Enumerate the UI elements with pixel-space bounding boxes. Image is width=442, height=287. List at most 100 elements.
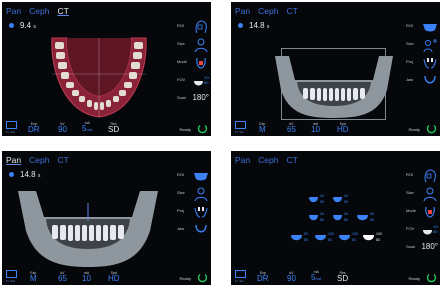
proj-control[interactable]: Proj: [177, 203, 211, 221]
fov-dome-icon: [291, 235, 302, 241]
person-outline-icon: [423, 187, 437, 202]
roi-control[interactable]: ROI: [177, 18, 211, 36]
timer-value: 14.8: [20, 170, 36, 179]
exp-setting[interactable]: Exp DR: [257, 271, 269, 283]
svg-text:80: 80: [204, 80, 209, 85]
scan-control[interactable]: Scan 180°: [177, 90, 211, 108]
fov-height: 50: [344, 200, 348, 204]
fov-option[interactable]: 40 80: [333, 211, 355, 225]
size-control[interactable]: Size: [177, 185, 211, 203]
person-outline-icon: [194, 38, 208, 53]
proj-control[interactable]: Proj: [406, 54, 440, 72]
exp-value: DR: [257, 274, 269, 283]
capture-button[interactable]: Fr. Sel: [6, 270, 17, 283]
tab-ceph[interactable]: Ceph: [29, 155, 49, 165]
fov-option[interactable]: 100 80: [315, 231, 337, 245]
capture-button[interactable]: Fr. Sel: [235, 270, 246, 283]
roi-control[interactable]: ROI: [406, 18, 440, 36]
kv-setting[interactable]: kV 65: [58, 271, 67, 283]
fov-control[interactable]: FOV 10080: [177, 72, 211, 90]
exp-setting[interactable]: Exp M: [259, 122, 266, 134]
ready-label: Ready: [408, 276, 420, 281]
tab-pan[interactable]: Pan: [235, 155, 250, 165]
kv-value: 90: [58, 125, 67, 134]
fov-option[interactable]: 80 80: [357, 211, 379, 225]
tab-ceph[interactable]: Ceph: [258, 6, 278, 16]
kv-setting[interactable]: kV 90: [58, 122, 67, 134]
tab-pan[interactable]: Pan: [6, 155, 21, 165]
tab-ct[interactable]: CT: [286, 6, 297, 16]
scan-control[interactable]: Scan 180°: [406, 239, 440, 257]
side-controls: ROI Size Proj Jaw: [177, 167, 211, 239]
mode-tabs: Pan Ceph CT: [235, 155, 298, 165]
ready-power-icon[interactable]: [197, 123, 208, 134]
fov-control[interactable]: FOV 10080: [406, 221, 440, 239]
capture-button[interactable]: Fr. Sel: [235, 121, 246, 134]
spd-setting[interactable]: Spd HD: [108, 271, 120, 283]
tab-ct[interactable]: CT: [286, 155, 297, 165]
ma-setting[interactable]: mA 10: [82, 271, 91, 283]
tab-pan[interactable]: Pan: [6, 6, 21, 16]
ma-value: 10: [82, 274, 91, 283]
kv-value: 65: [287, 125, 296, 134]
kv-setting[interactable]: kV 90: [287, 271, 296, 283]
kv-value: 65: [58, 274, 67, 283]
jaw-control[interactable]: Jaw: [177, 221, 211, 239]
tab-ceph[interactable]: Ceph: [29, 6, 49, 16]
ma-setting[interactable]: mA 5mA: [311, 270, 321, 283]
capture-button[interactable]: Fr. Sel: [6, 121, 17, 134]
spd-setting[interactable]: Spd HD: [337, 122, 349, 134]
exp-value: DR: [28, 125, 40, 134]
monitor-icon: [235, 270, 246, 278]
res-setting[interactable]: Res SD: [108, 122, 119, 134]
timer-unit: s: [37, 173, 41, 179]
size-control[interactable]: Size: [177, 36, 211, 54]
mode-control[interactable]: Mode: [177, 54, 211, 72]
roi-control[interactable]: ROI: [177, 167, 211, 185]
mode-tabs: Pan Ceph CT: [6, 155, 69, 165]
timer-unit: s: [33, 24, 36, 30]
size-control[interactable]: Size: [406, 185, 440, 203]
fov-option[interactable]: 80 80: [291, 231, 313, 245]
fov-option-selected[interactable]: 100 80: [363, 231, 385, 245]
fov-option[interactable]: 40 50: [309, 193, 331, 207]
fov-option[interactable]: 100 80: [339, 231, 361, 245]
side-controls: ROI Size Mode FOV 10080 Scan 180°: [177, 18, 211, 108]
tab-ct[interactable]: CT: [57, 6, 68, 16]
svg-text:80: 80: [433, 229, 438, 234]
tab-ct[interactable]: CT: [57, 155, 68, 165]
bottom-bar: Fr. Sel Exp DR kV 90 mA 5mA Res SD Ready: [231, 270, 440, 285]
fov-dome-icon: [333, 215, 342, 221]
fov-height: 80: [328, 238, 332, 242]
panel-pan-jaw: Pan Ceph CT 14.8 s ROI Size Proj Jaw Fr.…: [2, 151, 211, 285]
tab-ceph[interactable]: Ceph: [258, 155, 278, 165]
fov-width: 100: [328, 232, 334, 236]
exp-setting[interactable]: Exp DR: [28, 122, 40, 134]
fov-width: 100: [376, 232, 382, 236]
ma-setting[interactable]: mA 5mA: [82, 121, 92, 134]
exp-setting[interactable]: Exp M: [30, 271, 37, 283]
jaw-label: Jaw: [406, 77, 414, 82]
ready-power-icon[interactable]: [426, 272, 437, 283]
fov-width: 80: [370, 212, 374, 216]
jaw-control[interactable]: Jaw: [406, 72, 440, 90]
size-control[interactable]: Size: [406, 36, 440, 54]
fov-dome-icon: [333, 197, 342, 203]
capture-caption: Fr. Sel: [6, 130, 15, 134]
kv-setting[interactable]: kV 65: [287, 122, 296, 134]
ready-power-icon[interactable]: [197, 272, 208, 283]
ma-setting[interactable]: mA 10: [311, 122, 320, 134]
res-setting[interactable]: Res SD: [337, 271, 348, 283]
tab-pan[interactable]: Pan: [235, 6, 250, 16]
ready-label: Ready: [408, 127, 420, 132]
mode-control[interactable]: Mode: [406, 203, 440, 221]
scan-timer: 14.8 s: [238, 21, 269, 30]
panel-fov-select: Pan Ceph CT 40 50 40 50 40 80 40 80 80 8…: [231, 151, 440, 285]
roi-control[interactable]: ROI: [406, 167, 440, 185]
timer-dot-icon: [238, 23, 243, 28]
fov-option[interactable]: 40 50: [333, 193, 355, 207]
fov-option[interactable]: 40 80: [309, 211, 331, 225]
roi-label: ROI: [406, 23, 414, 28]
ready-power-icon[interactable]: [426, 123, 437, 134]
monitor-icon: [6, 270, 17, 278]
